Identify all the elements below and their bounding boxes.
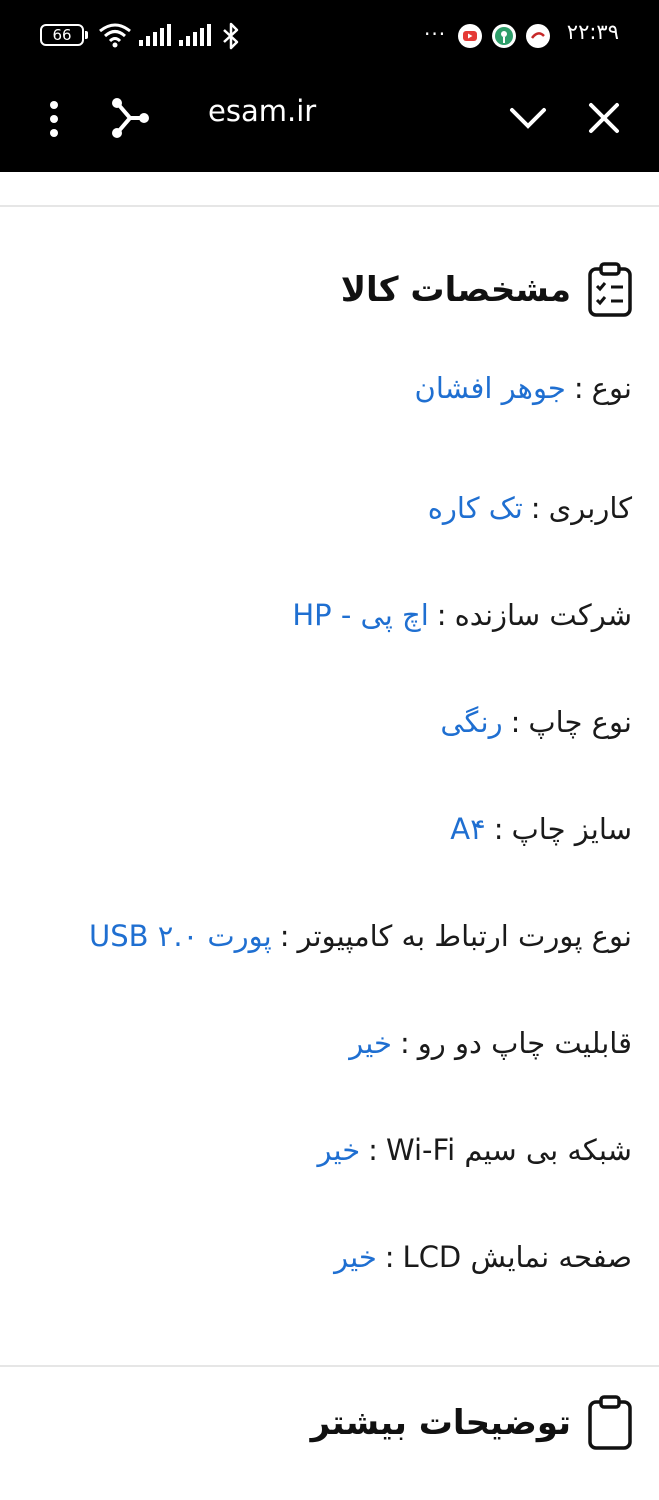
spec-label: شبکه بی سیم Wi-Fi — [385, 1132, 632, 1167]
signal-icon — [179, 24, 211, 46]
youtube-app-icon — [458, 24, 482, 48]
more-notifications-icon: ··· — [424, 22, 447, 46]
spec-label: صفحه نمایش LCD — [402, 1239, 632, 1274]
section-title: توضیحات بیشتر — [310, 1403, 571, 1443]
specs-section-header: مشخصات کالا — [341, 262, 633, 318]
wifi-icon — [99, 23, 131, 48]
more-section-header: توضیحات بیشتر — [311, 1395, 633, 1451]
checklist-clipboard-icon — [588, 262, 632, 317]
status-bar: 66 ··· ۲۲:۳۹ — [0, 0, 659, 70]
spec-value-link[interactable]: خیر — [349, 1026, 392, 1060]
spec-row-type: نوع: جوهر افشان — [414, 371, 632, 405]
spec-list: نوع: جوهر افشان کاربری: تک کاره شرکت سازند… — [0, 348, 632, 1310]
spec-label: نوع چاپ — [528, 704, 632, 739]
battery-indicator: 66 — [40, 24, 88, 46]
app-notification-icon — [492, 24, 516, 48]
spec-row-print-size: سایز چاپ: A۴ — [450, 811, 633, 846]
spec-label: شرکت سازنده — [454, 597, 632, 632]
divar-app-icon — [526, 24, 550, 48]
spec-label: قابلیت چاپ دو رو — [417, 1025, 632, 1060]
close-icon[interactable] — [584, 98, 624, 138]
bluetooth-icon — [223, 22, 239, 50]
spec-row-usage: کاربری: تک کاره — [427, 490, 632, 525]
spec-value-link[interactable]: خیر — [334, 1240, 377, 1274]
spec-row-duplex: قابلیت چاپ دو رو: خیر — [349, 1025, 632, 1060]
spec-value-link[interactable]: پورت USB ۲.۰ — [89, 919, 272, 953]
spec-label: نوع پورت ارتباط به کامپیوتر — [297, 918, 632, 953]
status-time: ۲۲:۳۹ — [566, 20, 619, 44]
signal-icon — [139, 24, 171, 46]
page-url[interactable]: esam.ir — [208, 94, 316, 128]
section-divider — [0, 205, 659, 207]
spec-label: سایز چاپ — [511, 811, 633, 846]
section-divider — [0, 1365, 659, 1367]
spec-value-link[interactable]: تک کاره — [428, 491, 523, 525]
browser-toolbar: esam.ir — [0, 72, 659, 170]
more-options-icon[interactable] — [36, 96, 72, 142]
clipboard-icon — [588, 1395, 632, 1450]
section-title: مشخصات کالا — [340, 270, 571, 310]
share-icon[interactable] — [106, 94, 154, 142]
chevron-down-icon[interactable] — [506, 98, 550, 138]
browser-header: 66 ··· ۲۲:۳۹ esam.ir — [0, 0, 659, 172]
spec-value-link[interactable]: جوهر افشان — [415, 371, 566, 405]
spec-row-print-type: نوع چاپ: رنگی — [440, 704, 632, 739]
spec-label: کاربری — [548, 490, 632, 525]
spec-row-lcd: صفحه نمایش LCD: خیر — [334, 1239, 632, 1274]
spec-value-link[interactable]: خیر — [317, 1133, 360, 1167]
spec-value-link[interactable]: رنگی — [440, 705, 502, 739]
spec-row-wifi: شبکه بی سیم Wi-Fi: خیر — [317, 1132, 632, 1167]
spec-value-link[interactable]: اچ پی - HP — [292, 598, 428, 632]
spec-row-manufacturer: شرکت سازنده: اچ پی - HP — [292, 597, 632, 632]
spec-value-link[interactable]: A۴ — [450, 812, 485, 846]
spec-label: نوع — [591, 371, 632, 405]
spec-row-port: نوع پورت ارتباط به کامپیوتر: پورت USB ۲.۰ — [89, 918, 632, 953]
